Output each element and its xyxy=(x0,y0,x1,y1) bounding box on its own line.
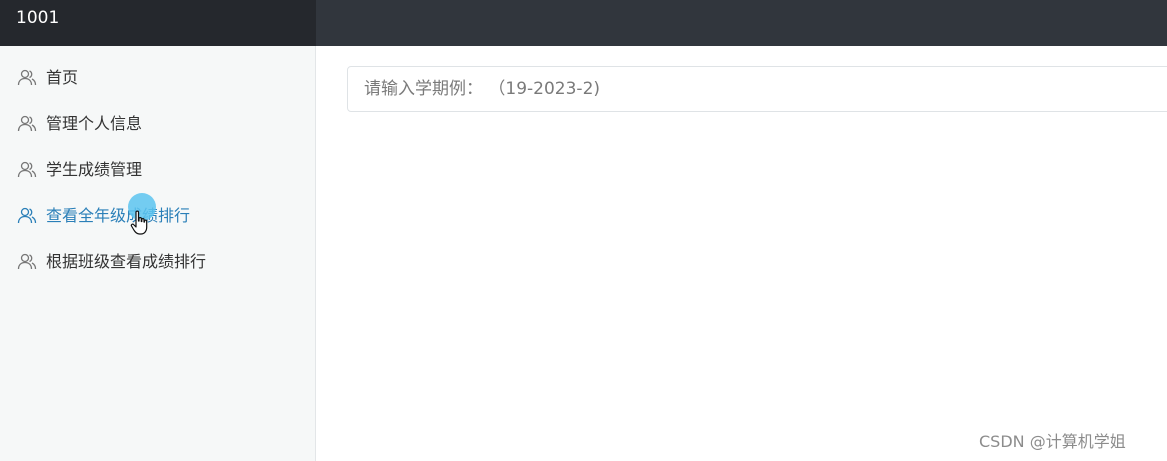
users-icon xyxy=(17,253,37,270)
sidebar-item-label: 学生成绩管理 xyxy=(46,160,143,179)
sidebar-item-class-ranking[interactable]: 根据班级查看成绩排行 xyxy=(0,242,316,282)
users-icon xyxy=(17,69,37,86)
sidebar-item-label: 首页 xyxy=(46,68,79,87)
users-icon xyxy=(17,207,37,224)
app-window: 1001 首页 管理个人信息 学生成绩管理 查看全年级成绩排行 根据班级查看成绩… xyxy=(0,0,1167,461)
semester-search-input[interactable] xyxy=(347,66,1167,112)
sidebar-item-home[interactable]: 首页 xyxy=(0,58,316,98)
users-icon xyxy=(17,161,37,178)
app-title: 1001 xyxy=(16,8,60,28)
sidebar-item-label: 管理个人信息 xyxy=(46,114,143,133)
hand-cursor-icon xyxy=(130,210,148,235)
sidebar-item-label: 查看全年级成绩排行 xyxy=(46,206,191,225)
watermark-text: CSDN @计算机学姐 xyxy=(979,432,1126,451)
top-bar: 1001 xyxy=(0,0,1167,46)
main-content xyxy=(317,46,1167,461)
brand-area: 1001 xyxy=(0,0,316,46)
sidebar-item-label: 根据班级查看成绩排行 xyxy=(46,252,207,271)
sidebar-item-personal-info[interactable]: 管理个人信息 xyxy=(0,104,316,144)
sidebar: 首页 管理个人信息 学生成绩管理 查看全年级成绩排行 根据班级查看成绩排行 xyxy=(0,46,316,461)
users-icon xyxy=(17,115,37,132)
sidebar-item-grade-management[interactable]: 学生成绩管理 xyxy=(0,150,316,190)
sidebar-item-grade-ranking[interactable]: 查看全年级成绩排行 xyxy=(0,196,316,236)
